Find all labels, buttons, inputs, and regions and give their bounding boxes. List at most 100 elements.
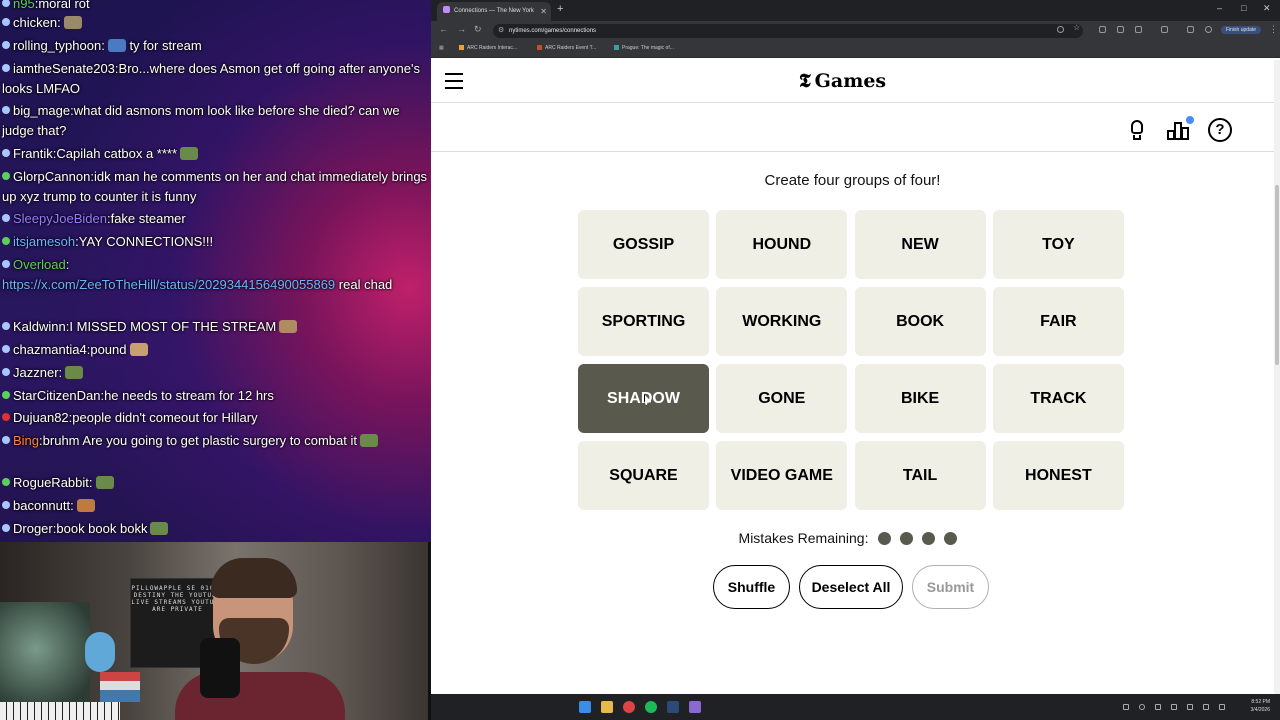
chrome-icon[interactable] [623,701,635,713]
forward-icon[interactable]: → [457,24,466,34]
emote-icon [180,147,199,160]
extension-icon-2[interactable] [1117,26,1124,33]
chat-username[interactable]: Jazzner [13,365,59,380]
url-input[interactable]: ⚙ nytimes.com/games/connections [493,24,1083,38]
shuffle-button[interactable]: Shuffle [713,565,790,609]
chat-username[interactable]: SleepyJoeBiden [13,211,107,226]
new-tab-icon[interactable]: + [557,3,563,15]
system-clock[interactable]: 8:52 PM 3/4/2026 [1251,698,1270,714]
help-icon[interactable]: ? [1208,118,1232,142]
wifi-icon[interactable] [1187,704,1193,710]
chat-username[interactable]: Overload [13,257,66,272]
clock-time: 8:52 PM [1251,699,1270,705]
chat-username[interactable]: Frantik [13,146,53,161]
maximize-icon[interactable]: □ [1241,3,1246,13]
file-explorer-icon[interactable] [601,701,613,713]
scrollbar[interactable] [1274,60,1280,694]
chat-username[interactable]: big_mage [13,103,70,118]
tray-icon[interactable] [1123,704,1129,710]
chat-colon: : [57,15,61,30]
tab-favicon-icon [443,6,450,13]
hint-lightbulb-icon[interactable] [1125,118,1149,142]
bookmark-3[interactable]: Prague: The magic of... [614,45,674,51]
word-tile[interactable]: GOSSIP [578,210,709,279]
chat-badge-icon [2,214,10,222]
word-tile[interactable]: HOUND [716,210,848,279]
obs-icon[interactable] [689,701,701,713]
streamer-hair [211,558,297,598]
tray-icon[interactable] [1139,704,1145,710]
chat-username[interactable]: rolling_typhoon [13,38,101,53]
zoom-icon[interactable] [1057,26,1064,33]
chat-username[interactable]: Kaldwinn [13,319,66,334]
word-tile[interactable]: WORKING [716,287,848,356]
chat-message: Bing:bruhm Are you going to get plastic … [0,431,431,451]
chat-link[interactable]: https://x.com/ZeeToTheHill/status/202934… [2,277,335,292]
chat-username[interactable]: chazmantia4 [13,342,87,357]
stats-icon[interactable] [1167,116,1194,142]
chat-badge-icon [2,391,10,399]
submit-button[interactable]: Submit [912,565,989,609]
nyt-games-logo[interactable]: 𝕿 Games [799,70,886,92]
word-tile[interactable]: BOOK [854,287,986,356]
word-tile[interactable]: TOY [992,210,1124,279]
tab-connections[interactable]: Connections — The New York ✕ [437,2,551,21]
tile-word: HOUND [752,236,812,253]
tab-close-icon[interactable]: ✕ [540,2,547,21]
word-tile[interactable]: BIKE [854,364,986,433]
reload-icon[interactable]: ↻ [474,24,482,35]
window-close-icon[interactable]: ✕ [1263,3,1271,14]
word-tile[interactable]: TRACK [992,364,1124,433]
extensions-puzzle-icon[interactable] [1135,26,1142,33]
bookmark-star-icon[interactable]: ☆ [1073,23,1080,32]
word-tile[interactable]: HONEST [992,441,1124,510]
sidebar-icon[interactable] [1161,26,1168,33]
word-tile[interactable]: NEW [854,210,986,279]
windows-start-icon[interactable] [579,701,591,713]
stream-chat: n95:moral rot chicken: rolling_typhoon: ty… [0,0,431,542]
word-tile[interactable]: VIDEO GAME [716,441,848,510]
chat-text: moral rot [38,0,90,11]
word-tile[interactable]: SPORTING [578,287,709,356]
battery-icon[interactable] [1219,704,1225,710]
chat-username[interactable]: Dujuan82 [13,410,69,425]
chat-username[interactable]: Droger [13,521,53,536]
profile-icon[interactable] [1205,26,1212,33]
chat-username[interactable]: baconnutt [13,498,70,513]
tray-icon[interactable] [1155,704,1161,710]
chat-username[interactable]: GlorpCannon [13,169,90,184]
bookmark-1[interactable]: ARC Raiders Interac... [459,45,517,51]
site-header: 𝕿 Games [431,60,1274,103]
menu-dots-icon[interactable]: ⋮ [1269,24,1278,35]
steam-icon[interactable] [667,701,679,713]
extension-icon[interactable] [1099,26,1106,33]
word-tile[interactable]: GONE [716,364,848,433]
word-tile[interactable]: SHADOW [578,364,709,433]
tray-icon[interactable] [1171,704,1177,710]
hamburger-menu-icon[interactable] [445,73,463,89]
chat-username[interactable]: iamtheSenate203 [13,61,115,76]
word-tile[interactable]: TAIL [854,441,986,510]
chat-username[interactable]: RogueRabbit [13,475,89,490]
word-tile[interactable]: FAIR [992,287,1124,356]
site-info-icon[interactable]: ⚙ [498,24,504,38]
chat-colon: : [65,257,70,272]
bookmark-2[interactable]: ARC Raiders Event T... [537,45,596,51]
apps-grid-icon[interactable]: ▦ [439,45,444,51]
download-icon[interactable] [1187,26,1194,33]
scrollbar-thumb[interactable] [1275,185,1279,365]
spotify-icon[interactable] [645,701,657,713]
deselect-all-button[interactable]: Deselect All [799,565,903,609]
chat-username[interactable]: chicken [13,15,57,30]
volume-icon[interactable] [1203,704,1209,710]
chat-username[interactable]: itsjamesoh [13,234,75,249]
chat-username[interactable]: Bing [13,433,39,448]
chat-username[interactable]: StarCitizenDan [13,388,100,403]
chat-badge-icon [2,0,10,7]
minimize-icon[interactable]: – [1217,3,1222,13]
chat-username[interactable]: n95 [13,0,35,11]
chat-message: Jazzner: [0,363,431,383]
word-tile[interactable]: SQUARE [578,441,709,510]
finish-update-button[interactable]: Finish update [1221,26,1262,34]
back-icon[interactable]: ← [439,24,448,34]
